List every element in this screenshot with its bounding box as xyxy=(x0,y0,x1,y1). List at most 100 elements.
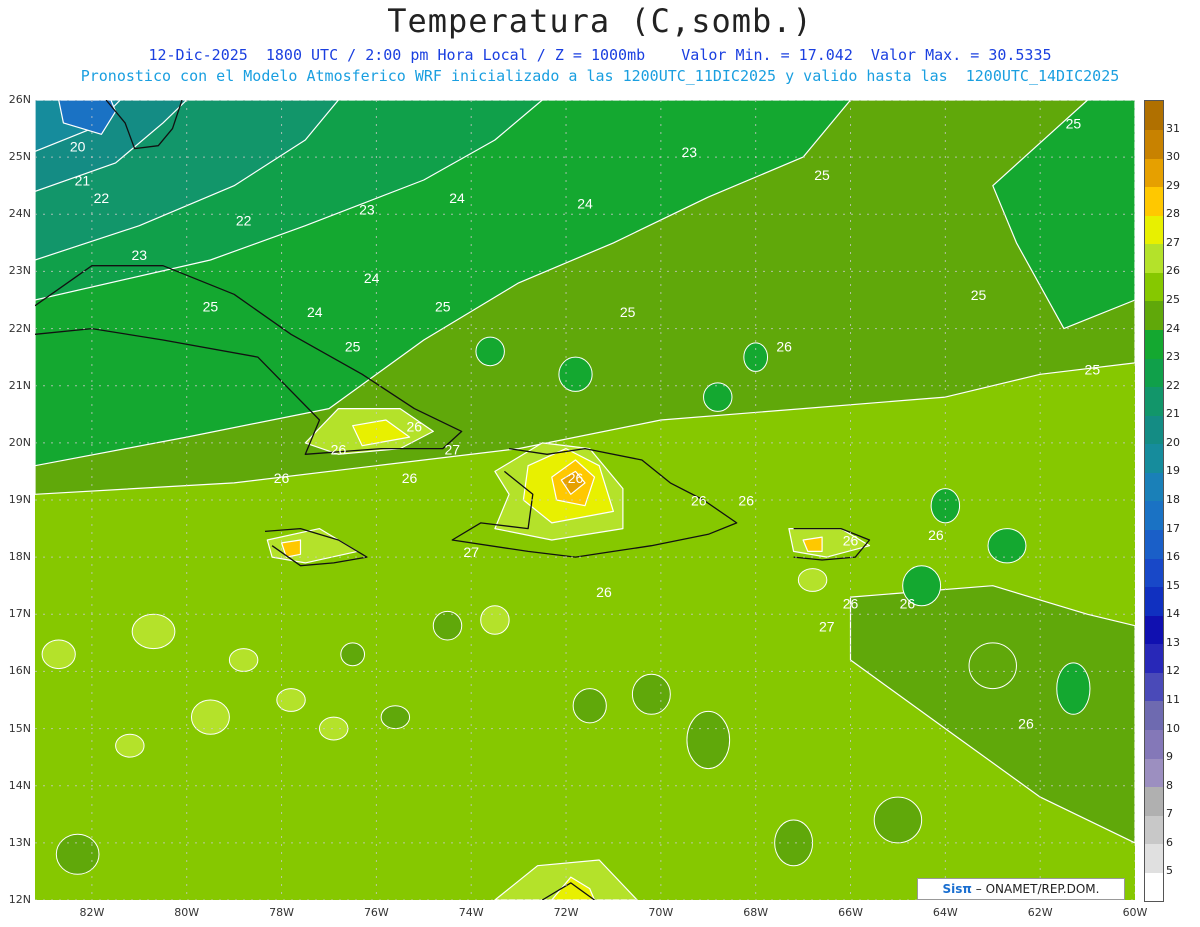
model-info-subtitle: Pronostico con el Modelo Atmosferico WRF… xyxy=(80,67,1120,85)
longitude-tick-label: 62W xyxy=(1027,906,1053,919)
colorbar-segment xyxy=(1145,329,1163,359)
colorbar-segment xyxy=(1145,272,1163,302)
colorbar-tick-label: 5 xyxy=(1166,864,1173,878)
colorbar-tick-label: 18 xyxy=(1166,493,1180,506)
colorbar-tick-label: 16 xyxy=(1166,550,1180,564)
colorbar-segment xyxy=(1145,729,1163,759)
temp-blob xyxy=(41,639,76,670)
forecast-time-subtitle: 12-Dic-2025 1800 UTC / 2:00 pm Hora Loca… xyxy=(148,46,1052,64)
contour-label: 24 xyxy=(364,270,380,286)
contour-label: 24 xyxy=(449,190,465,206)
longitude-tick-label: 64W xyxy=(932,906,958,919)
temp-blob xyxy=(380,705,411,730)
longitude-tick-label: 68W xyxy=(743,906,769,919)
contour-label: 22 xyxy=(236,213,252,229)
colorbar-segment xyxy=(1145,643,1163,673)
contour-label: 22 xyxy=(94,190,110,206)
contour-label: 25 xyxy=(345,338,361,354)
latitude-tick-label: 15N xyxy=(8,721,31,735)
colorbar-segment xyxy=(1145,472,1163,502)
longitude-tick-label: 74W xyxy=(458,906,484,919)
colorbar-tick-label: 14 xyxy=(1166,607,1180,621)
contour-label: 23 xyxy=(682,144,698,160)
colorbar-tick-label: 9 xyxy=(1166,750,1173,764)
brand-name: Sisπ xyxy=(942,882,972,896)
latitude-tick-label: 25N xyxy=(8,150,31,164)
colorbar-segment xyxy=(1145,415,1163,445)
contour-label: 26 xyxy=(274,470,290,486)
colorbar-tick-label: 12 xyxy=(1166,664,1180,678)
contour-label: 26 xyxy=(843,596,859,612)
colorbar-segment xyxy=(1145,615,1163,645)
colorbar-segment xyxy=(1145,501,1163,531)
contour-label: 26 xyxy=(568,470,584,486)
contour-label: 26 xyxy=(776,338,792,354)
colorbar xyxy=(1144,100,1164,902)
temp-blob xyxy=(432,610,463,641)
colorbar-tick-label: 11 xyxy=(1166,693,1180,706)
colorbar-segment xyxy=(1145,301,1163,331)
contour-label: 25 xyxy=(1085,361,1101,377)
map-title: Temperatura (C,somb.) xyxy=(387,2,813,40)
colorbar-tick-label: 23 xyxy=(1166,350,1180,364)
colorbar-tick-label: 27 xyxy=(1166,235,1180,249)
colorbar-segment xyxy=(1145,786,1163,816)
contour-label: 27 xyxy=(463,544,479,560)
colorbar-tick-label: 17 xyxy=(1166,521,1180,535)
temp-blob xyxy=(686,710,731,770)
latitude-tick-label: 16N xyxy=(8,664,31,678)
temp-blob xyxy=(797,568,828,592)
colorbar-segment xyxy=(1145,386,1163,416)
colorbar-segment xyxy=(1145,215,1163,245)
colorbar-segment xyxy=(1145,158,1163,188)
temp-blob xyxy=(340,642,366,667)
contour-label: 26 xyxy=(738,493,754,509)
contour-label: 26 xyxy=(402,470,418,486)
longitude-tick-label: 70W xyxy=(648,906,674,919)
colorbar-segment xyxy=(1145,443,1163,473)
latitude-tick-label: 14N xyxy=(8,778,31,792)
temp-blob xyxy=(480,605,510,635)
contour-label: 26 xyxy=(928,527,944,543)
colorbar-segment xyxy=(1145,243,1163,273)
colorbar-tick-label: 31 xyxy=(1166,121,1180,135)
temp-blob xyxy=(572,688,607,724)
colorbar-tick-label: 19 xyxy=(1166,464,1180,478)
latitude-tick-label: 17N xyxy=(8,607,31,621)
contour-label: 27 xyxy=(444,441,460,457)
contour-label: 26 xyxy=(691,493,707,509)
longitude-tick-label: 80W xyxy=(174,906,200,919)
colorbar-segment xyxy=(1145,843,1163,873)
temp-blob xyxy=(703,382,733,412)
colorbar-tick-label: 8 xyxy=(1166,778,1173,792)
contour-label: 23 xyxy=(359,201,375,217)
colorbar-tick-label: 25 xyxy=(1166,293,1180,306)
colorbar-tick-label: 22 xyxy=(1166,378,1180,392)
latitude-tick-label: 20N xyxy=(8,435,31,449)
temp-blob xyxy=(631,673,671,715)
temp-blob xyxy=(190,699,230,735)
colorbar-tick-label: 21 xyxy=(1166,407,1180,421)
map-panel: 20 21 22 22 23 23 23 24 24 24 24 25 25 25 25 25 25 25 25 26… xyxy=(35,100,1135,900)
contour-label: 26 xyxy=(331,441,347,457)
colorbar-segment xyxy=(1145,558,1163,588)
colorbar-segment xyxy=(1145,186,1163,216)
longitude-tick-label: 66W xyxy=(838,906,863,919)
colorbar-tick-label: 30 xyxy=(1166,150,1180,164)
contour-label: 24 xyxy=(307,304,323,320)
credit-box: Sisπ – ONAMET/REP.DOM. xyxy=(917,878,1125,900)
contour-label: 25 xyxy=(203,298,219,314)
latitude-tick-label: 26N xyxy=(8,93,31,106)
latitude-tick-label: 13N xyxy=(8,835,31,849)
colorbar-tick-label: 7 xyxy=(1166,807,1173,821)
latitude-tick-label: 22N xyxy=(8,321,31,335)
contour-label: 26 xyxy=(596,584,612,600)
longitude-tick-label: 78W xyxy=(269,906,294,919)
temp-blob xyxy=(1056,662,1091,715)
colorbar-tick-label: 28 xyxy=(1166,207,1180,221)
colorbar-segment xyxy=(1145,529,1163,559)
colorbar-segment xyxy=(1145,358,1163,388)
colorbar-tick-label: 29 xyxy=(1166,178,1180,192)
contour-label: 26 xyxy=(1018,716,1034,732)
contour-label: 21 xyxy=(75,173,91,189)
